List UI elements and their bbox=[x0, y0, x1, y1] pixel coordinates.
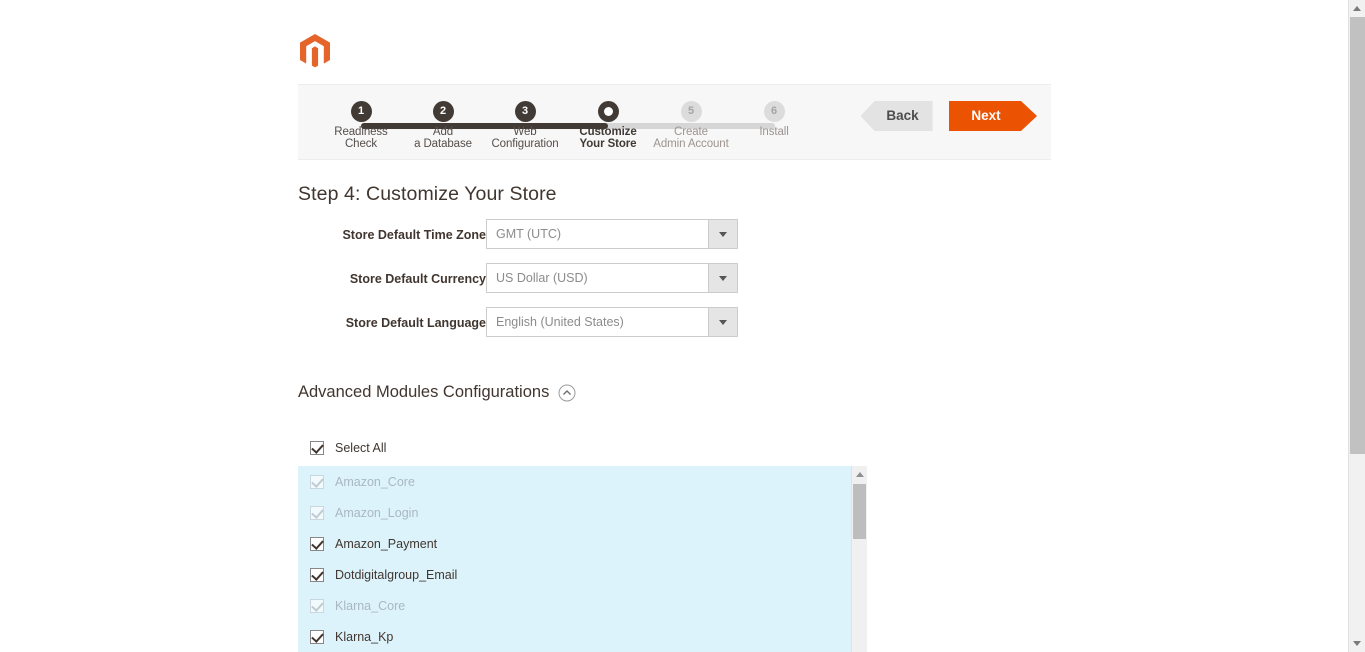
back-button[interactable]: Back bbox=[860, 101, 933, 131]
step-bullet: 2 bbox=[432, 101, 454, 122]
modules-list-scrollbar[interactable] bbox=[851, 466, 867, 652]
field-row-store-default-language: Store Default Language * English (United… bbox=[298, 307, 758, 351]
advanced-modules-title: Advanced Modules Configurations bbox=[298, 383, 550, 401]
select-all-label: Select All bbox=[335, 441, 387, 455]
advanced-modules-header[interactable]: Advanced Modules Configurations bbox=[298, 383, 576, 402]
module-row-amazon-login: Amazon_Login bbox=[298, 497, 849, 528]
module-checkbox[interactable] bbox=[310, 536, 324, 551]
next-button[interactable]: Next bbox=[949, 101, 1037, 131]
module-label: Amazon_Login bbox=[335, 505, 419, 520]
module-label: Dotdigitalgroup_Email bbox=[335, 567, 458, 582]
wizard-step-install[interactable]: 6 Install bbox=[719, 101, 829, 138]
select-all-checkbox[interactable] bbox=[310, 441, 324, 455]
module-label: Klarna_Kp bbox=[335, 629, 394, 644]
page-scrollbar-thumb[interactable] bbox=[1350, 17, 1365, 454]
wizard-nav-buttons: Back Next bbox=[860, 101, 1037, 131]
magento-logo-icon bbox=[298, 33, 332, 69]
select-all-row[interactable]: Select All bbox=[310, 441, 386, 455]
step-caption-line2: Admin Account bbox=[653, 138, 729, 150]
scroll-up-arrow-icon[interactable] bbox=[1349, 0, 1365, 16]
module-label: Klarna_Core bbox=[335, 598, 406, 613]
store-default-language-select[interactable]: English (United States) bbox=[486, 307, 738, 337]
modules-list-panel: Amazon_Core Amazon_Login Amazon_Payment … bbox=[298, 466, 867, 652]
step-bullet: 5 bbox=[680, 101, 702, 122]
step-bullet: 1 bbox=[350, 101, 372, 122]
customize-store-form: Store Default Time Zone * GMT (UTC) Stor… bbox=[298, 219, 758, 351]
field-row-store-default-time-zone: Store Default Time Zone * GMT (UTC) bbox=[298, 219, 758, 263]
step-caption: Install bbox=[719, 126, 829, 138]
chevron-down-icon[interactable] bbox=[708, 308, 737, 336]
module-checkbox[interactable] bbox=[310, 567, 324, 582]
step-bullet: 3 bbox=[514, 101, 536, 122]
field-label: Store Default Language bbox=[345, 316, 486, 330]
module-row-klarna-core: Klarna_Core bbox=[298, 590, 849, 621]
scrollbar-thumb[interactable] bbox=[853, 484, 866, 539]
page-content: 1 Readiness Check 2 Add a Database 3 Web… bbox=[0, 0, 1348, 652]
store-default-time-zone-select[interactable]: GMT (UTC) bbox=[486, 219, 738, 249]
module-checkbox bbox=[310, 598, 324, 613]
module-row-klarna-kp[interactable]: Klarna_Kp bbox=[298, 621, 849, 652]
scroll-down-arrow-icon[interactable] bbox=[1349, 636, 1365, 652]
module-label: Amazon_Core bbox=[335, 474, 415, 489]
modules-list: Amazon_Core Amazon_Login Amazon_Payment … bbox=[298, 466, 849, 652]
select-value: US Dollar (USD) bbox=[496, 271, 588, 285]
store-default-currency-select[interactable]: US Dollar (USD) bbox=[486, 263, 738, 293]
chevron-up-circle-icon[interactable] bbox=[558, 384, 576, 402]
module-label: Amazon_Payment bbox=[335, 536, 438, 551]
module-row-dotdigitalgroup-email[interactable]: Dotdigitalgroup_Email bbox=[298, 559, 849, 590]
wizard-steps: 1 Readiness Check 2 Add a Database 3 Web… bbox=[320, 101, 790, 157]
scroll-up-arrow-icon[interactable] bbox=[852, 466, 867, 481]
select-value: GMT (UTC) bbox=[496, 227, 562, 241]
wizard-progress-panel: 1 Readiness Check 2 Add a Database 3 Web… bbox=[298, 84, 1051, 160]
field-row-store-default-currency: Store Default Currency * US Dollar (USD) bbox=[298, 263, 758, 307]
step-caption-line1: Install bbox=[759, 126, 789, 138]
module-row-amazon-payment[interactable]: Amazon_Payment bbox=[298, 528, 849, 559]
field-label: Store Default Time Zone bbox=[342, 228, 486, 242]
module-checkbox bbox=[310, 505, 324, 520]
page-title: Step 4: Customize Your Store bbox=[298, 183, 557, 205]
page-scrollbar[interactable] bbox=[1348, 0, 1365, 652]
module-checkbox[interactable] bbox=[310, 629, 324, 644]
chevron-down-icon[interactable] bbox=[708, 264, 737, 292]
field-label: Store Default Currency bbox=[349, 272, 486, 286]
chevron-down-icon[interactable] bbox=[708, 220, 737, 248]
module-row-amazon-core: Amazon_Core bbox=[298, 466, 849, 497]
module-checkbox bbox=[310, 474, 324, 489]
select-value: English (United States) bbox=[496, 315, 624, 329]
step-bullet: 6 bbox=[763, 101, 785, 122]
step-bullet: 4 bbox=[597, 101, 619, 122]
installer-page: 1 Readiness Check 2 Add a Database 3 Web… bbox=[0, 0, 1365, 652]
